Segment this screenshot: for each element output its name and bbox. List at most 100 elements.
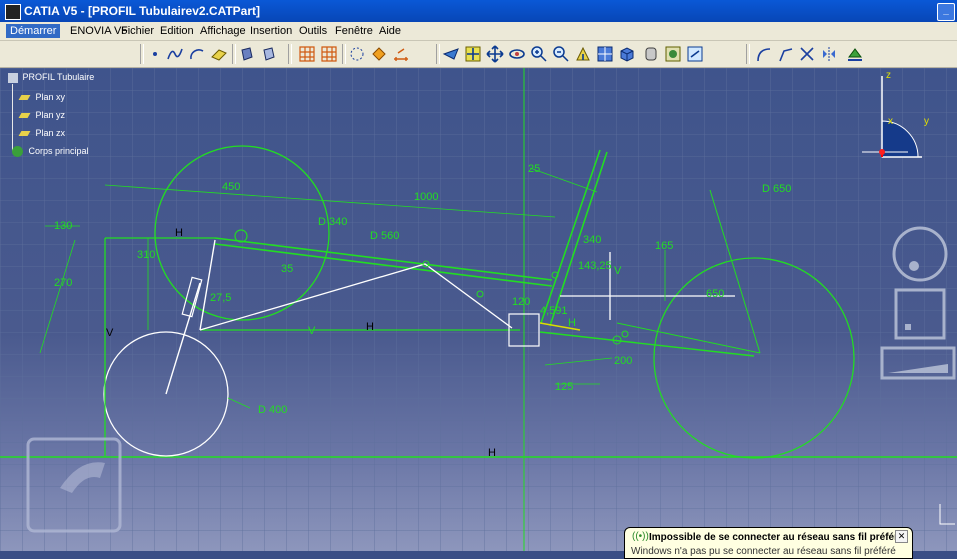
plane-icon <box>18 113 31 119</box>
pad-icon[interactable] <box>238 45 256 63</box>
constraint-v[interactable]: V <box>308 325 316 337</box>
fit-all-icon[interactable] <box>464 45 482 63</box>
chamfer-icon[interactable] <box>776 45 794 63</box>
wireless-notification[interactable]: ((•)) Impossible de se connecter au rése… <box>624 527 913 559</box>
snap-grid-icon[interactable] <box>320 45 338 63</box>
dim-1000[interactable]: 1000 <box>414 191 438 203</box>
menu-fichier[interactable]: Fichier <box>117 24 158 38</box>
zoom-out-icon[interactable] <box>552 45 570 63</box>
dim-200[interactable]: 200 <box>614 355 632 367</box>
corner-icon[interactable] <box>754 45 772 63</box>
notification-message: Windows n'a pas pu se connecter au résea… <box>631 546 896 557</box>
menu-insertion[interactable]: Insertion <box>246 24 296 38</box>
menu-affichage[interactable]: Affichage <box>196 24 250 38</box>
tree-item-label: Plan yz <box>35 110 66 120</box>
dim-35[interactable]: 35 <box>281 263 293 275</box>
construction-icon[interactable] <box>348 45 366 63</box>
plane-icon <box>18 131 31 137</box>
body-gear-icon <box>12 146 23 158</box>
multi-view-icon[interactable] <box>596 45 614 63</box>
constraint-icon[interactable] <box>370 45 388 63</box>
title-bar: CATIA V5 - [PROFIL Tubulairev2.CATPart] … <box>0 0 957 22</box>
toolbar <box>0 41 957 68</box>
dim-d650[interactable]: D 650 <box>762 183 791 195</box>
compass-y-label: y <box>924 116 929 127</box>
sketch-canvas[interactable]: 25 1000 450 D 560 D 340 130 310 270 35 2… <box>0 68 957 551</box>
plane-icon[interactable] <box>210 45 228 63</box>
constraint-h[interactable]: H <box>488 447 496 459</box>
dim-650[interactable]: 650 <box>706 288 724 300</box>
trim-icon[interactable] <box>798 45 816 63</box>
dim-130[interactable]: 130 <box>54 220 72 232</box>
project-3d-icon[interactable] <box>846 45 864 63</box>
point-icon[interactable] <box>146 45 164 63</box>
toolbar-separator <box>288 44 292 64</box>
tree-root[interactable]: PROFIL Tubulaire <box>8 72 94 83</box>
zoom-in-icon[interactable] <box>530 45 548 63</box>
menu-edition[interactable]: Edition <box>156 24 198 38</box>
tree-item-plan-xy[interactable]: Plan xy <box>18 92 66 102</box>
shading-icon[interactable] <box>642 45 660 63</box>
sketch-grid <box>0 68 957 551</box>
dim-165[interactable]: 165 <box>655 240 673 252</box>
normal-view-icon[interactable] <box>574 45 592 63</box>
wifi-icon: ((•)) <box>632 531 649 542</box>
dim-310[interactable]: 310 <box>137 249 155 261</box>
tree-item-corps-principal[interactable]: Corps principal <box>12 146 89 158</box>
menu-outils[interactable]: Outils <box>295 24 331 38</box>
dim-270[interactable]: 270 <box>54 277 72 289</box>
dim-d340[interactable]: D 340 <box>318 216 347 228</box>
catia-app-icon[interactable] <box>5 4 21 20</box>
dim-450[interactable]: 450 <box>222 181 240 193</box>
pocket-icon[interactable] <box>260 45 278 63</box>
dim-d400[interactable]: D 400 <box>258 404 287 416</box>
compass-z-label: z <box>886 70 891 81</box>
menu-fenetre[interactable]: Fenêtre <box>331 24 377 38</box>
tree-root-label: PROFIL Tubulaire <box>22 72 95 82</box>
dim-125[interactable]: 125 <box>555 381 573 393</box>
tree-connector <box>12 84 13 152</box>
constraint-v[interactable]: V <box>106 327 114 339</box>
arc-icon[interactable] <box>188 45 206 63</box>
toolbar-separator <box>746 44 750 64</box>
constraint-h[interactable]: H <box>366 321 374 333</box>
swap-space-icon[interactable] <box>686 45 704 63</box>
fly-icon[interactable] <box>442 45 460 63</box>
menu-bar: Démarrer ENOVIA V5 Fichier Edition Affic… <box>0 22 957 41</box>
pan-icon[interactable] <box>486 45 504 63</box>
menu-aide[interactable]: Aide <box>375 24 405 38</box>
rotate-icon[interactable] <box>508 45 526 63</box>
tree-item-label: Corps principal <box>28 146 89 156</box>
tree-item-plan-zx[interactable]: Plan zx <box>18 128 66 138</box>
grid-icon[interactable] <box>298 45 316 63</box>
dim-143-25[interactable]: 143,25 <box>578 260 612 272</box>
constraint-h[interactable]: H <box>568 317 576 329</box>
menu-demarrer[interactable]: Démarrer <box>6 24 61 38</box>
plane-icon <box>18 95 31 101</box>
tree-item-plan-yz[interactable]: Plan yz <box>18 110 66 120</box>
dim-27-5[interactable]: 27,5 <box>210 292 231 304</box>
window-minimize-button[interactable]: _ <box>937 3 955 21</box>
dim-120[interactable]: 120 <box>512 296 530 308</box>
dim-25[interactable]: 25 <box>528 163 540 175</box>
spline-icon[interactable] <box>166 45 184 63</box>
constraint-h[interactable]: H <box>175 227 183 239</box>
part-icon <box>8 72 18 83</box>
toolbar-separator <box>232 44 236 64</box>
tree-item-label: Plan xy <box>35 92 66 102</box>
compass-x-label: x <box>888 116 893 127</box>
dim-d560[interactable]: D 560 <box>370 230 399 242</box>
view-rotate-knob-icon <box>909 261 919 271</box>
dim-4-591[interactable]: 4,591 <box>540 305 568 317</box>
mirror-icon[interactable] <box>820 45 838 63</box>
3d-viewport[interactable]: 25 1000 450 D 560 D 340 130 310 270 35 2… <box>0 68 957 551</box>
hide-show-icon[interactable] <box>664 45 682 63</box>
tree-item-label: Plan zx <box>35 128 66 138</box>
iso-view-icon[interactable] <box>618 45 636 63</box>
dimension-icon[interactable] <box>392 45 410 63</box>
toolbar-separator <box>140 44 144 64</box>
dim-340[interactable]: 340 <box>583 234 601 246</box>
notification-title: Impossible de se connecter au réseau san… <box>649 532 904 543</box>
constraint-v[interactable]: V <box>614 265 622 277</box>
close-icon[interactable]: ✕ <box>895 530 908 543</box>
